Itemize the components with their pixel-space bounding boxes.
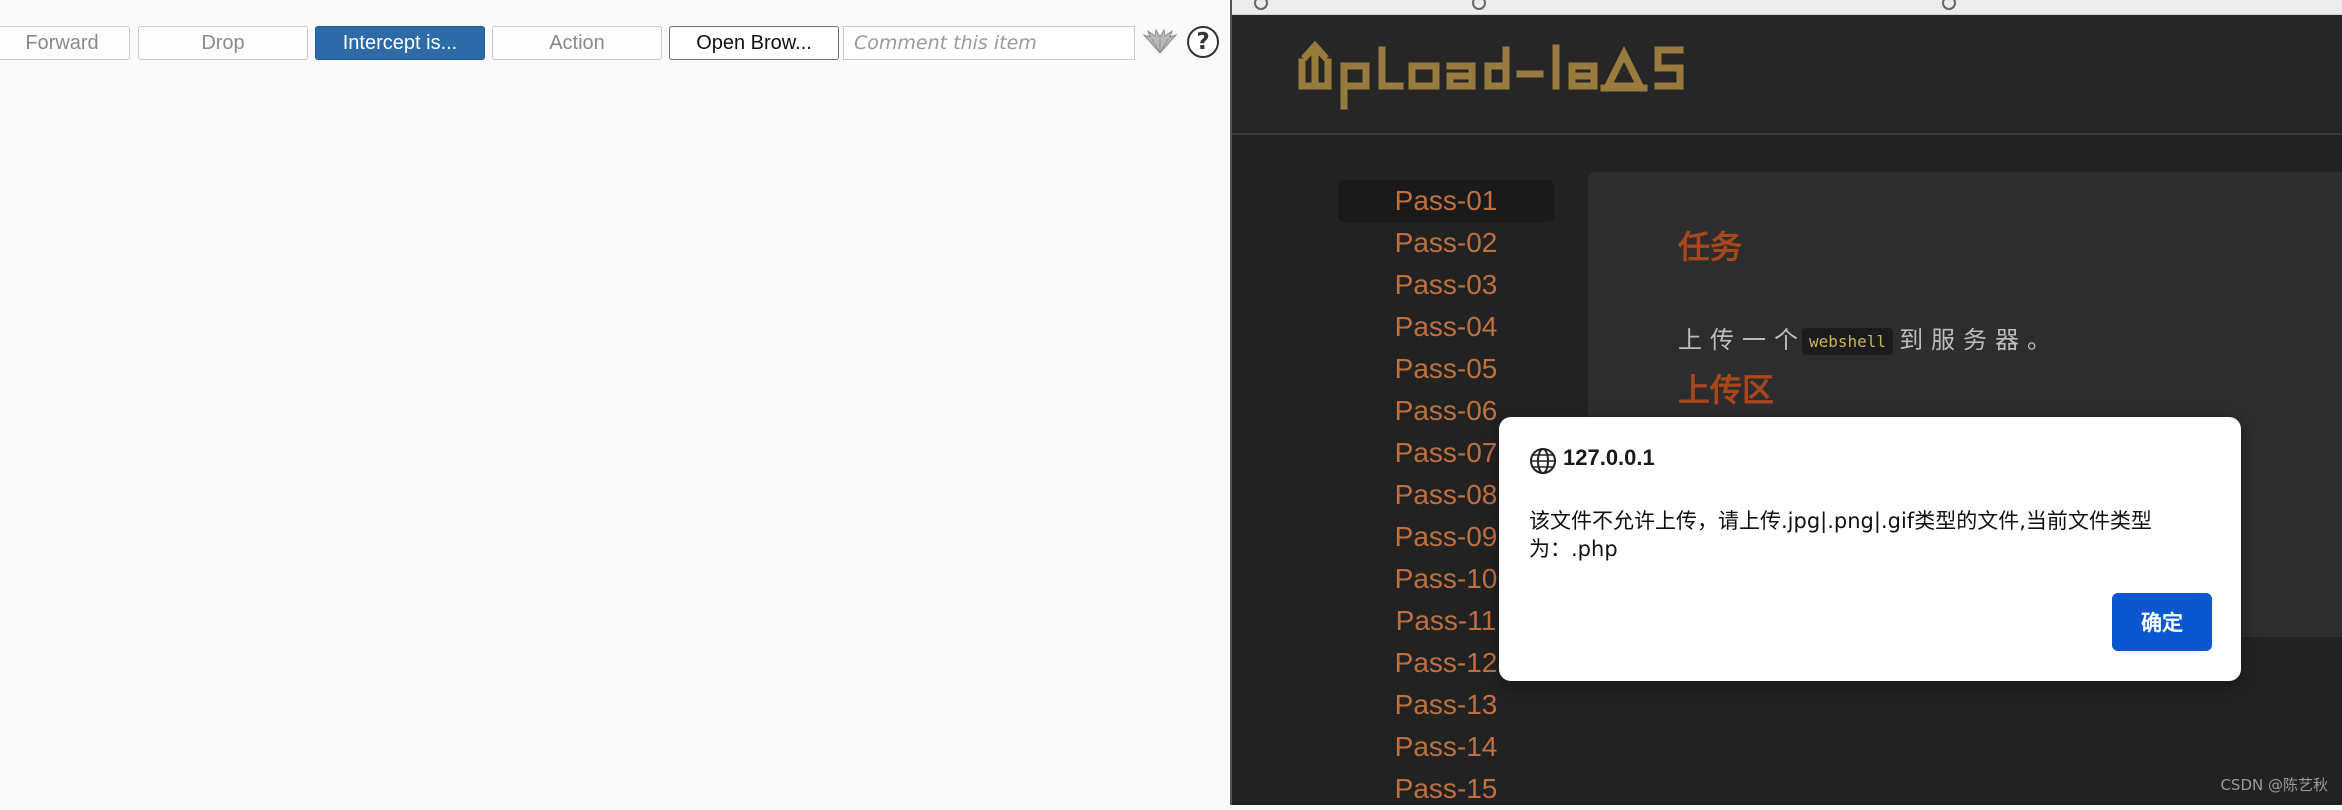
alert-origin: 127.0.0.1: [1563, 445, 1655, 470]
csdn-watermark: CSDN @陈艺秋: [2220, 776, 2328, 794]
confirm-button[interactable]: 确定: [2112, 593, 2212, 651]
pass-nav-item[interactable]: Pass-05: [1338, 348, 1554, 390]
pass-nav-item[interactable]: Pass-14: [1338, 726, 1554, 768]
task-prefix: 上传一个: [1678, 326, 1806, 354]
drop-button[interactable]: Drop: [138, 26, 308, 60]
upload-section-title: 上传区: [1678, 371, 1775, 409]
upload-labs-logo: [1298, 40, 1684, 110]
pass-nav-item[interactable]: Pass-02: [1338, 222, 1554, 264]
burp-wings-icon: [1142, 29, 1178, 54]
alert-dialog: 127.0.0.1 该文件不允许上传，请上传.jpg|.png|.gif类型的文…: [1499, 417, 2241, 681]
pass-nav-item[interactable]: Pass-03: [1338, 264, 1554, 306]
open-browser-button[interactable]: Open Brow...: [669, 26, 839, 60]
task-description: 上传一个 webshell 到服务器。: [1678, 320, 2059, 355]
site-header: [1232, 15, 2342, 135]
task-suffix: 到服务器。: [1899, 326, 2060, 354]
intercept-toggle-button[interactable]: Intercept is...: [315, 26, 485, 60]
browser-toolbar-strip: [1232, 0, 2342, 15]
pass-nav-item[interactable]: Pass-15: [1338, 768, 1554, 810]
pass-nav-item[interactable]: Pass-04: [1338, 306, 1554, 348]
reload-icon[interactable]: [1472, 0, 1486, 10]
globe-icon: [1530, 448, 1556, 474]
pass-nav-item[interactable]: Pass-13: [1338, 684, 1554, 726]
help-icon[interactable]: ?: [1187, 26, 1219, 58]
webshell-code: webshell: [1802, 327, 1894, 355]
forward-button[interactable]: Forward: [0, 26, 130, 60]
pass-nav-item[interactable]: Pass-01: [1338, 180, 1554, 222]
task-title: 任务: [1678, 228, 1743, 266]
action-button[interactable]: Action: [492, 26, 662, 60]
burp-intercept-pane: Forward Drop Intercept is... Action Open…: [0, 0, 1230, 805]
back-icon[interactable]: [1254, 0, 1268, 10]
alert-message: 该文件不允许上传，请上传.jpg|.png|.gif类型的文件,当前文件类型为：…: [1529, 509, 2152, 561]
browser-window: Pass-01 Pass-02 Pass-03 Pass-04 Pass-05 Pass-…: [1232, 0, 2342, 805]
site-info-icon[interactable]: [1942, 0, 1956, 10]
comment-input[interactable]: [843, 26, 1135, 60]
